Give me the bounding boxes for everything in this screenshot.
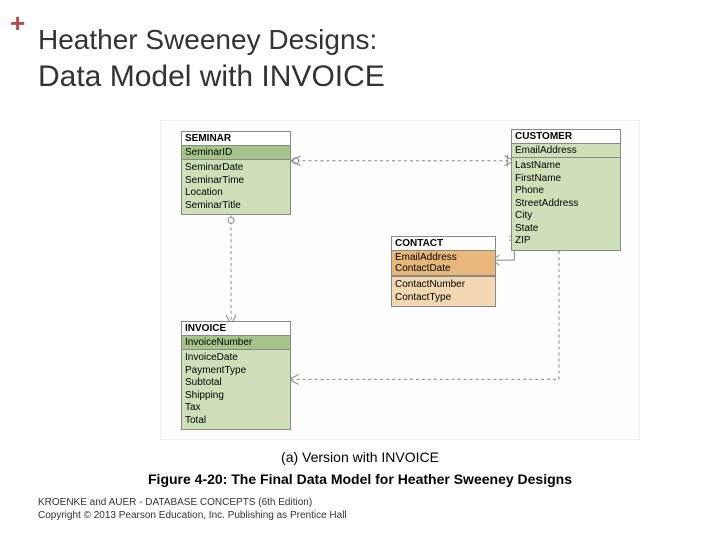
pk-attr: ContactDate: [395, 263, 492, 274]
entity-pk: EmailAddress: [512, 144, 620, 158]
er-diagram: SEMINAR SeminarID SeminarDate SeminarTim…: [160, 120, 640, 440]
attr: Total: [185, 415, 287, 428]
attr: FirstName: [515, 173, 617, 186]
entity-name: CUSTOMER: [512, 130, 620, 144]
entity-attrs: ContactNumber ContactType: [392, 276, 495, 306]
attr: SeminarDate: [185, 162, 287, 175]
attr: PaymentType: [185, 365, 287, 378]
attr: SeminarTime: [185, 175, 287, 188]
entity-name: SEMINAR: [182, 132, 290, 146]
entity-pk: InvoiceNumber: [182, 336, 290, 350]
entity-name: CONTACT: [392, 237, 495, 251]
attr: LastName: [515, 160, 617, 173]
attr: Subtotal: [185, 377, 287, 390]
pk-attr: EmailAddress: [395, 252, 492, 263]
slide-subtitle: Data Model with INVOICE: [38, 60, 385, 94]
attr: ContactType: [395, 292, 492, 305]
caption-line1: (a) Version with INVOICE: [281, 449, 439, 465]
figure-caption: (a) Version with INVOICE Figure 4-20: Th…: [0, 448, 720, 489]
attr: Shipping: [185, 390, 287, 403]
attr: Phone: [515, 185, 617, 198]
attr: ContactNumber: [395, 279, 492, 292]
attr: ZIP: [515, 235, 617, 248]
entity-pk: SeminarID: [182, 146, 290, 160]
attr: City: [515, 210, 617, 223]
footer-line1: KROENKE and AUER - DATABASE CONCEPTS (6t…: [38, 496, 347, 509]
entity-contact: CONTACT EmailAddress ContactDate Contact…: [391, 236, 496, 307]
slide-title: Heather Sweeney Designs:: [38, 24, 377, 56]
entity-attrs: LastName FirstName Phone StreetAddress C…: [512, 158, 620, 250]
attr: State: [515, 223, 617, 236]
attr: Tax: [185, 402, 287, 415]
footer-credits: KROENKE and AUER - DATABASE CONCEPTS (6t…: [38, 496, 347, 522]
attr: InvoiceDate: [185, 352, 287, 365]
footer-line2: Copyright © 2013 Pearson Education, Inc.…: [38, 509, 347, 522]
entity-attrs: SeminarDate SeminarTime Location Seminar…: [182, 160, 290, 214]
entity-invoice: INVOICE InvoiceNumber InvoiceDate Paymen…: [181, 321, 291, 430]
attr: SeminarTitle: [185, 200, 287, 213]
attr: StreetAddress: [515, 198, 617, 211]
entity-name: INVOICE: [182, 322, 290, 336]
caption-line2: Figure 4-20: The Final Data Model for He…: [0, 470, 720, 490]
entity-pk: EmailAddress ContactDate: [392, 251, 495, 276]
entity-customer: CUSTOMER EmailAddress LastName FirstName…: [511, 129, 621, 251]
plus-icon: +: [10, 8, 25, 39]
entity-seminar: SEMINAR SeminarID SeminarDate SeminarTim…: [181, 131, 291, 215]
attr: Location: [185, 187, 287, 200]
entity-attrs: InvoiceDate PaymentType Subtotal Shippin…: [182, 350, 290, 429]
